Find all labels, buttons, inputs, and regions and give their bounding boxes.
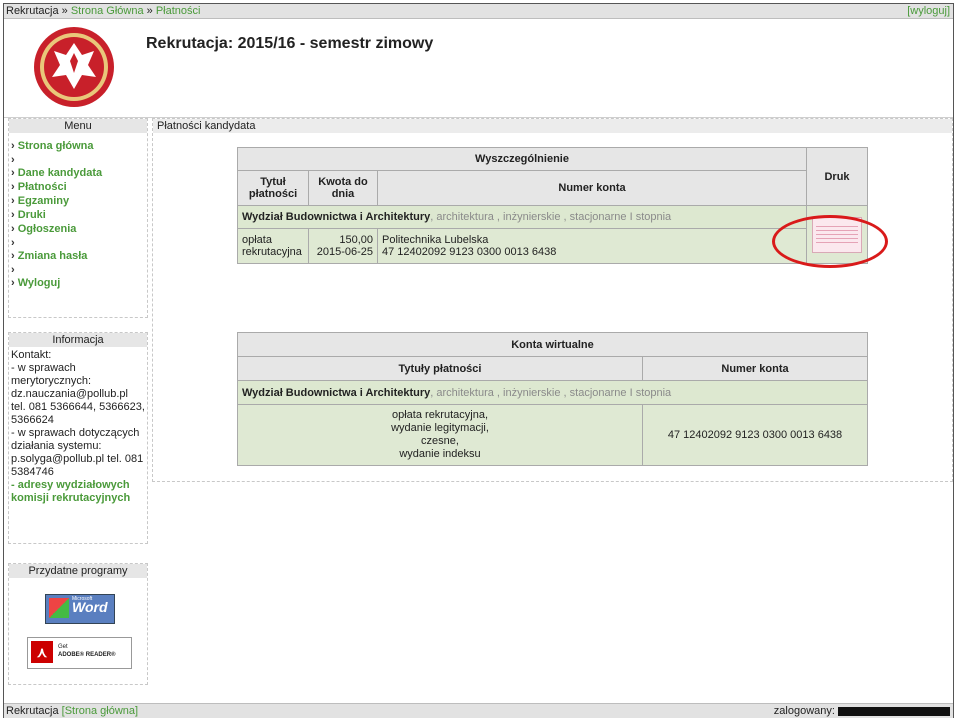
menu-spacer [11, 153, 147, 166]
adobe-reader-label: ADOBE® READER® [58, 652, 116, 658]
menu-item-change-password[interactable]: Zmiana hasła [11, 249, 147, 263]
virtual-header: Konta wirtualne [237, 332, 868, 357]
info-title: Informacja [9, 333, 147, 347]
payments-header-group: Wyszczególnienie [237, 147, 807, 171]
office-logo-icon [49, 598, 69, 618]
payment-amount-date: 150,00 2015-06-25 [308, 228, 378, 264]
info-line: - w sprawach merytorycznych: [11, 362, 92, 387]
footer-left: Rekrutacja [Strona główna] [6, 704, 138, 718]
virtual-title: wydanie legitymacji, [391, 422, 489, 434]
info-line: tel. 081 5366644, 5366623, 5366624 [11, 401, 145, 426]
bottom-status-bar: Rekrutacja [Strona główna] zalogowany: [4, 703, 953, 718]
payment-title: opłata rekrutacyjna [237, 228, 309, 264]
faculty-row: Wydział Budownictwa i Architektury, arch… [237, 205, 807, 229]
virtual-title: czesne, [421, 435, 459, 447]
col-header-account: Numer konta [642, 356, 868, 381]
footer-home-link[interactable]: [Strona główna] [62, 705, 138, 717]
payment-account-cell: Politechnika Lubelska 47 12402092 9123 0… [377, 228, 807, 264]
breadcrumb: Rekrutacja » Strona Główna » Płatności [6, 4, 200, 18]
logged-in-label: zalogowany: [773, 705, 835, 717]
menu-item-announcements[interactable]: Ogłoszenia [11, 222, 147, 236]
col-header-title: Tytuł płatności [237, 170, 309, 206]
faculty-details: , architektura , inżynierskie , stacjona… [430, 386, 672, 399]
breadcrumb-current[interactable]: Płatności [156, 5, 201, 17]
table-row: opłata rekrutacyjna, wydanie legitymacji… [237, 404, 868, 466]
footer-root-label: Rekrutacja [6, 705, 59, 717]
virtual-account-number: 47 12402092 9123 0300 0013 6438 [642, 404, 868, 466]
adobe-get-label: Get [58, 644, 68, 650]
faculty-row: Wydział Budownictwa i Architektury, arch… [237, 380, 868, 405]
breadcrumb-home-link[interactable]: Strona Główna [71, 5, 144, 17]
payment-amount: 150,00 [339, 234, 373, 246]
menu-item-prints[interactable]: Druki [11, 208, 147, 222]
menu-item-logout[interactable]: Wyloguj [11, 276, 147, 290]
payment-due-date: 2015-06-25 [316, 246, 373, 258]
top-breadcrumb-bar: Rekrutacja » Strona Główna » Płatności [… [4, 4, 953, 19]
virtual-titles-cell: opłata rekrutacyjna, wydanie legitymacji… [237, 404, 643, 466]
col-header-account: Numer konta [377, 170, 807, 206]
word-label: Word [72, 599, 108, 615]
breadcrumb-separator: » [61, 5, 68, 17]
word-download-button[interactable]: Microsoft Word [45, 594, 115, 624]
adobe-pdf-icon: ⋏ [31, 641, 53, 663]
virtual-title: wydanie indeksu [399, 448, 481, 460]
page-title: Rekrutacja: 2015/16 - semestr zimowy [146, 35, 434, 52]
logged-in-status: zalogowany: [774, 704, 950, 718]
faculty-name: Wydział Budownictwa i Architektury [242, 386, 431, 399]
faculty-name: Wydział Budownictwa i Architektury [242, 211, 431, 223]
payment-recipient: Politechnika Lubelska [382, 234, 489, 246]
virtual-accounts-table: Konta wirtualne Tytuły płatności Numer k… [237, 332, 868, 466]
col-header-titles: Tytuły płatności [237, 356, 643, 381]
menu-item-candidate-data[interactable]: Dane kandydata [11, 166, 147, 180]
menu-item-exams[interactable]: Egzaminy [11, 194, 147, 208]
breadcrumb-separator: » [146, 5, 153, 17]
programs-panel: Przydatne programy Microsoft Word ⋏ Get … [8, 563, 148, 685]
redacted-username [838, 706, 950, 716]
info-line: p.solyga@pollub.pl tel. 081 5384746 [11, 453, 144, 478]
info-line: - w sprawach dotyczących działania syste… [11, 427, 140, 452]
menu-title: Menu [9, 119, 147, 133]
breadcrumb-root: Rekrutacja [6, 5, 59, 17]
menu-item-payments[interactable]: Płatności [11, 180, 147, 194]
info-panel: Informacja Kontakt: - w sprawach merytor… [8, 332, 148, 544]
menu-spacer [11, 263, 147, 276]
menu-item-home[interactable]: Strona główna [11, 139, 147, 153]
logout-link[interactable]: [wyloguj] [907, 4, 950, 18]
info-line: dz.nauczania@pollub.pl [11, 388, 128, 400]
faculty-committees-link[interactable]: - adresy wydziałowych komisji rekrutacyj… [11, 479, 145, 505]
menu-spacer [11, 236, 147, 249]
menu-panel: Menu Strona główna Dane kandydata Płatno… [8, 118, 148, 318]
col-header-amount: Kwota do dnia [308, 170, 378, 206]
university-logo [34, 27, 114, 107]
payment-account-number: 47 12402092 9123 0300 0013 6438 [382, 246, 557, 258]
virtual-title: opłata rekrutacyjna, [392, 409, 488, 421]
programs-title: Przydatne programy [9, 564, 147, 578]
faculty-details: , architektura , inżynierskie , stacjona… [430, 211, 672, 223]
info-line: Kontakt: [11, 349, 52, 361]
highlight-ellipse [772, 215, 888, 268]
adobe-reader-download-button[interactable]: ⋏ Get ADOBE® READER® [27, 637, 132, 669]
payments-header-print: Druk [806, 147, 868, 206]
main-title: Płatności kandydata [153, 119, 952, 133]
